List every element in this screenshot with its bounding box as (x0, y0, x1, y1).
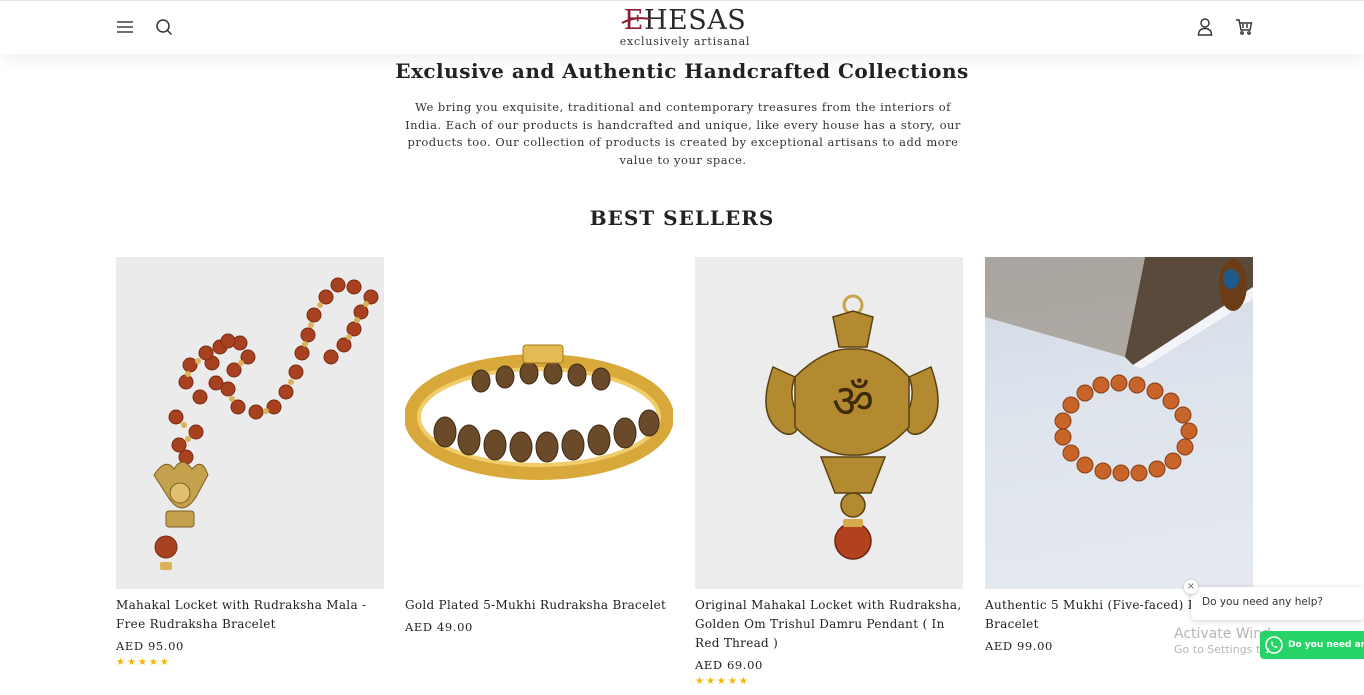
site-header: EHESAS exclusively artisanal (0, 0, 1364, 54)
whatsapp-chat-button[interactable]: Do you need any h (1260, 631, 1364, 659)
windows-activation-watermark: Activate Wind Go to Settings to (1174, 626, 1272, 656)
product-image-mahakal-mala[interactable] (116, 257, 384, 589)
intro-paragraph: We bring you exquisite, traditional and … (405, 100, 961, 167)
product-price: AED 69.00 (695, 658, 763, 672)
product-image-mahakal-pendant[interactable]: ॐ (695, 257, 963, 589)
chat-help-bubble[interactable]: Do you need any help? (1191, 587, 1364, 620)
product-name[interactable]: Mahakal Locket with Rudraksha Mala - Fre… (116, 596, 384, 634)
product-name[interactable]: Original Mahakal Locket with Rudraksha, … (695, 596, 963, 653)
product-card[interactable]: Mahakal Locket with Rudraksha Mala - Fre… (116, 257, 384, 668)
rating-stars: ★★★★★ (695, 676, 750, 687)
search-icon[interactable] (154, 17, 174, 37)
best-sellers-title: BEST SELLERS (589, 206, 775, 230)
logo-tagline: exclusively artisanal (619, 35, 751, 48)
product-image-gold-bracelet[interactable] (405, 257, 673, 589)
rating-stars: ★★★★★ (116, 657, 171, 668)
product-card[interactable]: Gold Plated 5-Mukhi Rudraksha Bracelet A… (405, 257, 673, 634)
product-name[interactable]: Gold Plated 5-Mukhi Rudraksha Bracelet (405, 596, 673, 615)
whatsapp-label: Do you need any h (1288, 640, 1364, 650)
account-icon[interactable] (1195, 17, 1215, 37)
page-headline: Exclusive and Authentic Handcrafted Coll… (395, 59, 969, 83)
site-logo[interactable]: EHESAS exclusively artisanal (615, 6, 755, 50)
product-card[interactable]: ॐ Original Mahakal Locket with Rudraksha… (695, 257, 963, 687)
chat-close-button[interactable]: × (1184, 580, 1198, 594)
product-image-5-mukhi-bracelet[interactable] (985, 257, 1253, 589)
product-price: AED 95.00 (116, 639, 184, 653)
svg-text:ॐ: ॐ (832, 374, 874, 428)
whatsapp-icon (1265, 636, 1283, 654)
menu-icon[interactable] (115, 17, 135, 37)
logo-swoosh-icon (621, 17, 651, 24)
product-price: AED 49.00 (405, 620, 473, 634)
cart-icon[interactable] (1234, 17, 1254, 37)
